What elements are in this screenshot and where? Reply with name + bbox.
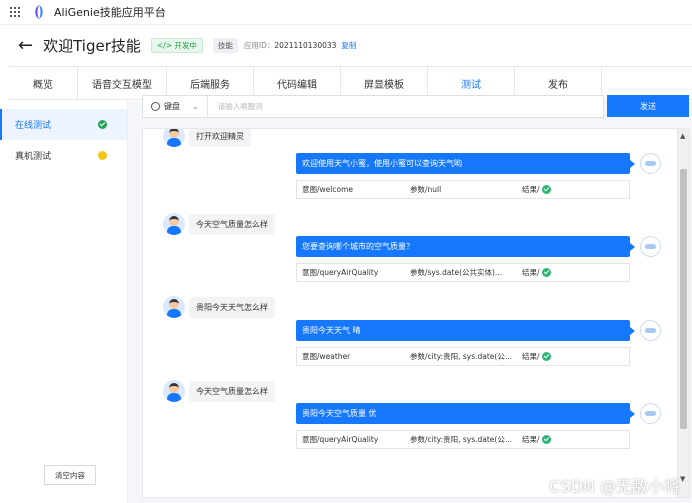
user-avatar	[163, 380, 185, 402]
watermark: CSDN @无敌小将	[549, 477, 680, 496]
sidebar-item-online-test[interactable]: 在线测试	[0, 109, 127, 140]
bot-message: 贵阳今天空气质量 优 意图/queryAirQuality 参数/city:贵阳…	[296, 403, 635, 449]
chat-scrollbar[interactable]: ▲ ▼	[677, 129, 689, 497]
user-avatar	[163, 213, 185, 235]
result-label: 结果/	[522, 267, 551, 278]
sidebar-item-device-test[interactable]: 真机测试	[0, 140, 127, 171]
result-label: 结果/	[522, 351, 551, 362]
input-mode-label: 键盘	[164, 102, 180, 111]
user-message-text: 贵阳今天天气怎么样	[189, 296, 275, 318]
bot-debug-info: 意图/queryAirQuality 参数/sys.date(公共实体)... …	[296, 263, 630, 282]
input-mode-select[interactable]: 键盘 ⌄	[151, 96, 208, 117]
bot-debug-info: 意图/weather 参数/city:贵阳, sys.date(公... 结果/	[296, 347, 630, 366]
check-circle-icon	[541, 268, 551, 277]
tab-overview[interactable]: 概览	[9, 67, 78, 99]
intent-label: 意图/queryAirQuality	[302, 268, 379, 277]
top-bar: AliGenie技能应用平台	[0, 0, 692, 25]
keyboard-icon	[151, 102, 160, 111]
bot-message: 欢迎使用天气小蜜，使用小蜜可以查询天气哟 意图/welcome 参数/null …	[296, 153, 635, 199]
status-badge: </> 开发中	[150, 38, 203, 53]
app-id-label: 应用ID：2021110130033	[243, 41, 337, 50]
bot-avatar	[640, 403, 661, 424]
bot-message: 贵阳今天天气 晴 意图/weather 参数/city:贵阳, sys.date…	[296, 320, 635, 366]
send-button[interactable]: 发送	[607, 95, 689, 117]
page-title: 欢迎Tiger技能	[43, 37, 141, 55]
input-bar: 键盘 ⌄	[142, 95, 604, 118]
bot-message-text: 贵阳今天天气 晴	[296, 320, 635, 341]
clear-content-button[interactable]: 清空内容	[44, 465, 96, 485]
user-avatar	[163, 296, 185, 318]
app-grid-icon[interactable]	[10, 7, 20, 17]
check-circle-icon	[98, 120, 107, 129]
scroll-down-icon[interactable]: ▼	[680, 475, 685, 483]
user-message-text: 打开欢迎精灵	[189, 129, 251, 147]
params-label: 参数/null	[410, 185, 442, 194]
test-panel: 键盘 ⌄ 发送 打开欢迎精灵 欢迎使用天气小蜜，使用小蜜可以查询天气哟 意图/w…	[128, 95, 692, 503]
chat-window[interactable]: 打开欢迎精灵 欢迎使用天气小蜜，使用小蜜可以查询天气哟 意图/welcome 参…	[142, 128, 690, 498]
type-badge: 技能	[212, 38, 238, 53]
back-arrow-icon[interactable]: ←	[18, 36, 33, 55]
sidebar-item-label: 在线测试	[15, 121, 52, 131]
bot-message-text: 贵阳今天空气质量 优	[296, 403, 635, 424]
app-name: AliGenie技能应用平台	[54, 6, 166, 19]
user-message: 打开欢迎精灵	[163, 129, 251, 147]
app-id-value: 2021110130033	[274, 41, 337, 50]
check-circle-icon	[541, 185, 551, 194]
params-label: 参数/city:贵阳, sys.date(公...	[410, 352, 512, 361]
params-label: 参数/sys.date(公共实体)...	[410, 268, 503, 277]
sidebar-item-label: 真机测试	[15, 152, 52, 162]
scroll-up-icon[interactable]: ▲	[680, 132, 685, 140]
params-label: 参数/city:贵阳, sys.date(公...	[410, 435, 512, 444]
intent-label: 意图/queryAirQuality	[302, 435, 379, 444]
bot-message: 您要查询哪个城市的空气质量？ 意图/queryAirQuality 参数/sys…	[296, 236, 635, 282]
bot-debug-info: 意图/welcome 参数/null 结果/	[296, 180, 630, 199]
test-sidebar: 在线测试 真机测试	[0, 101, 128, 503]
wake-word-input[interactable]	[217, 102, 518, 111]
bot-message-text: 您要查询哪个城市的空气质量？	[296, 236, 635, 257]
bot-avatar	[640, 236, 661, 257]
intent-label: 意图/welcome	[302, 185, 353, 194]
user-avatar	[163, 129, 185, 147]
result-label: 结果/	[522, 434, 551, 445]
user-message: 贵阳今天天气怎么样	[163, 296, 275, 318]
intent-label: 意图/weather	[302, 352, 351, 361]
chevron-down-icon: ⌄	[192, 102, 199, 111]
user-message-text: 今天空气质量怎么样	[189, 213, 275, 235]
aligenie-logo-icon	[35, 5, 43, 19]
user-message: 今天空气质量怎么样	[163, 380, 275, 402]
check-circle-icon	[541, 435, 551, 444]
bot-avatar	[640, 153, 661, 174]
user-message-text: 今天空气质量怎么样	[189, 380, 275, 402]
bot-message-text: 欢迎使用天气小蜜，使用小蜜可以查询天气哟	[296, 153, 635, 174]
bot-avatar	[640, 320, 661, 341]
check-circle-icon	[541, 352, 551, 361]
scroll-thumb[interactable]	[680, 169, 687, 429]
pending-dot-icon	[98, 151, 107, 160]
bot-debug-info: 意图/queryAirQuality 参数/city:贵阳, sys.date(…	[296, 430, 630, 449]
page-header: ← 欢迎Tiger技能 </> 开发中 技能 应用ID：202111013003…	[0, 25, 692, 66]
user-message: 今天空气质量怎么样	[163, 213, 275, 235]
copy-link[interactable]: 复制	[341, 40, 356, 51]
result-label: 结果/	[522, 184, 551, 195]
